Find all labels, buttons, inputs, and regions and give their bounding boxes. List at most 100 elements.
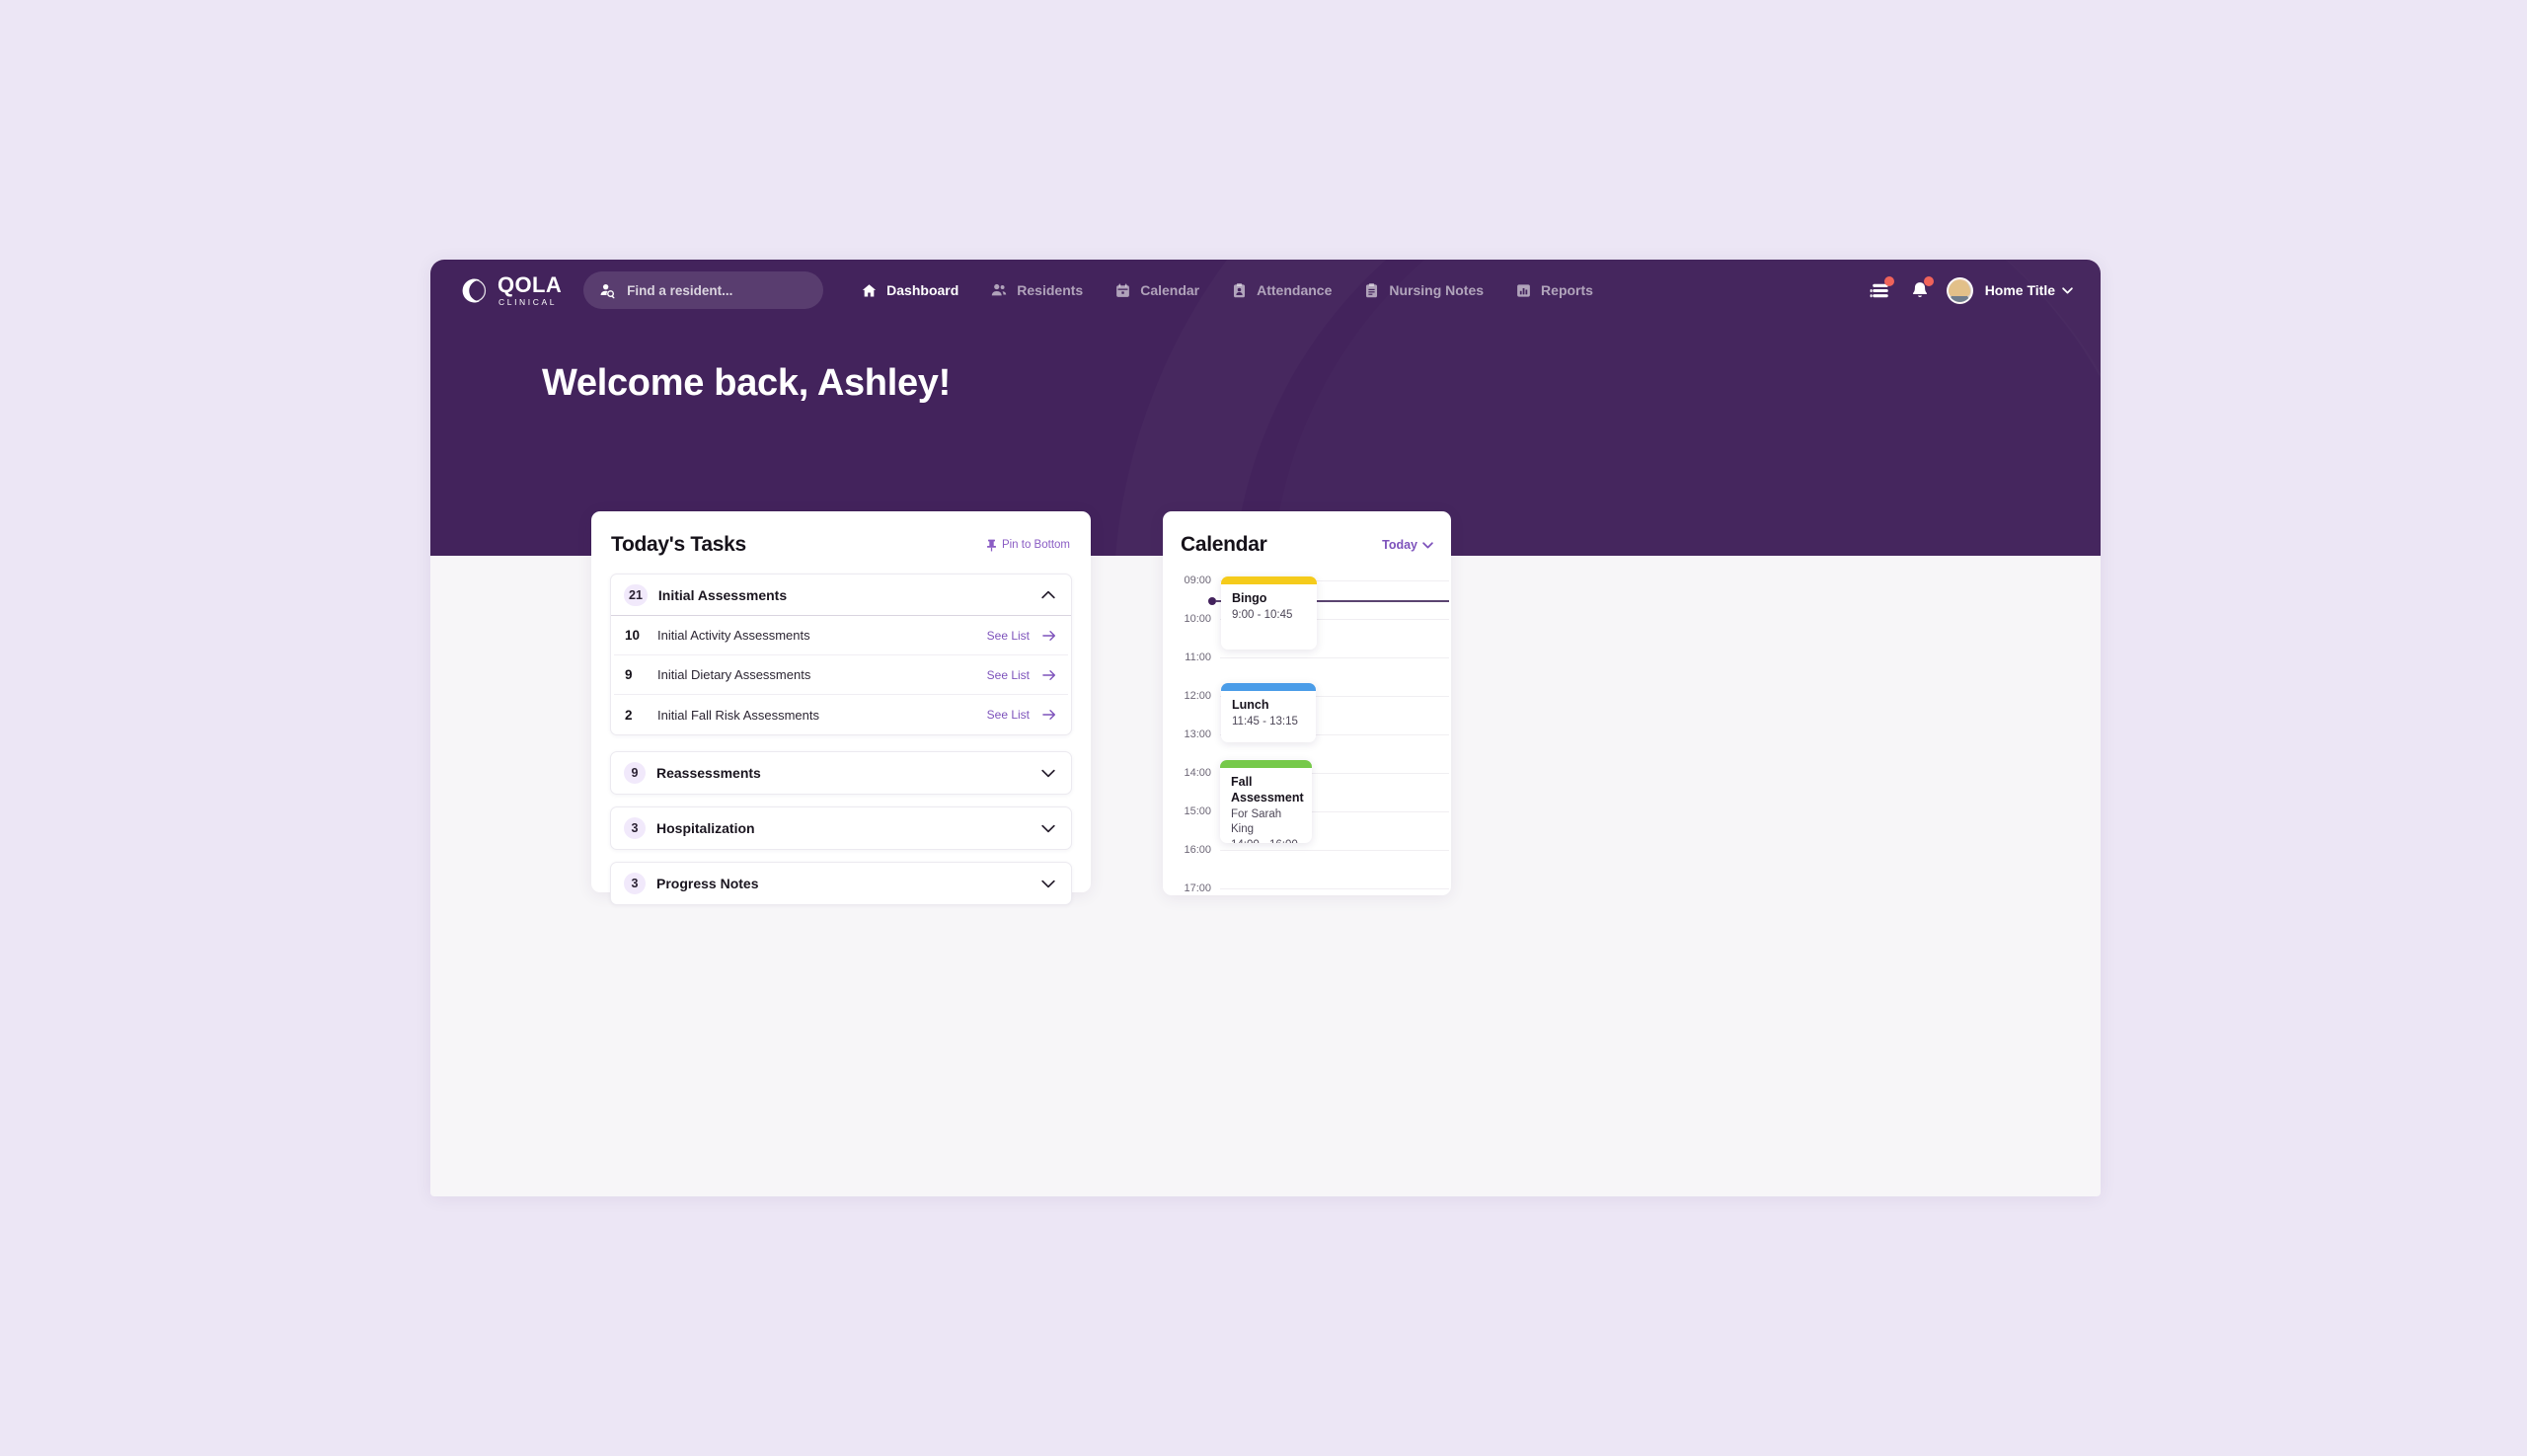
- arrow-right-icon: [1042, 669, 1056, 680]
- calendar-event-bingo[interactable]: Bingo 9:00 - 10:45: [1221, 576, 1317, 650]
- task-section-header[interactable]: 3 Hospitalization: [611, 807, 1071, 849]
- calendar-icon: [1116, 282, 1130, 297]
- calendar-event-fall-assessment[interactable]: Fall Assessment For Sarah King 14:00 - 1…: [1220, 760, 1312, 843]
- tasks-unread-badge: [1883, 276, 1894, 286]
- chevron-down-icon: [2062, 286, 2073, 293]
- task-section-count: 9: [624, 762, 646, 784]
- current-time-dot: [1208, 597, 1216, 605]
- brand-name: QOLA: [498, 271, 563, 297]
- clipboard-notes-icon: [1366, 282, 1378, 297]
- tasks-menu-button[interactable]: [1868, 276, 1894, 303]
- task-row[interactable]: 9 Initial Dietary Assessments See List: [614, 655, 1068, 695]
- nav-item-nursing-notes-label: Nursing Notes: [1389, 282, 1485, 298]
- chevron-up-icon[interactable]: [1041, 590, 1055, 599]
- nav-item-attendance-label: Attendance: [1257, 282, 1333, 298]
- task-row-count: 10: [625, 628, 641, 643]
- arrow-right-icon: [1042, 710, 1056, 720]
- welcome-heading: Welcome back, Ashley!: [542, 362, 951, 404]
- see-list-label: See List: [986, 628, 1030, 643]
- task-section-count: 3: [624, 817, 646, 839]
- see-list-button[interactable]: See List: [987, 629, 1056, 643]
- top-navigation-bar: QOLA CLINICAL Find a resident... Dashboa…: [430, 260, 2101, 321]
- calendar-range-selector[interactable]: Today: [1382, 538, 1433, 552]
- calendar-card-title: Calendar: [1181, 533, 1267, 556]
- event-time: 11:45 - 13:15: [1232, 715, 1298, 728]
- brand-logo[interactable]: QOLA CLINICAL: [460, 271, 563, 307]
- notifications-button[interactable]: [1907, 276, 1934, 303]
- home-title-dropdown[interactable]: Home Title: [1985, 282, 2073, 298]
- search-input[interactable]: Find a resident...: [583, 271, 824, 309]
- hour-label: 11:00: [1185, 651, 1211, 663]
- see-list-button[interactable]: See List: [987, 708, 1056, 722]
- chevron-down-icon[interactable]: [1041, 880, 1055, 888]
- chevron-down-icon[interactable]: [1041, 769, 1055, 778]
- nav-item-reports[interactable]: Reports: [1499, 270, 1609, 310]
- nav-item-calendar[interactable]: Calendar: [1099, 270, 1215, 310]
- event-color-bar: [1221, 683, 1316, 691]
- event-title: Bingo: [1232, 591, 1267, 605]
- event-subtitle: For Sarah King: [1231, 808, 1282, 836]
- task-row[interactable]: 2 Initial Fall Risk Assessments See List: [614, 695, 1068, 734]
- search-placeholder: Find a resident...: [627, 282, 733, 298]
- task-section-header[interactable]: 21 Initial Assessments: [611, 575, 1071, 616]
- nav-item-calendar-label: Calendar: [1140, 282, 1200, 298]
- calendar-card: Calendar Today 09:00 10:00 11:00 12:00 1…: [1163, 511, 1451, 895]
- nav-links: Dashboard Residents Calendar Attendance …: [845, 270, 1609, 310]
- task-section-header[interactable]: 3 Progress Notes: [611, 863, 1071, 904]
- nav-right-cluster: Home Title: [1868, 276, 2073, 304]
- task-section-hospitalization: 3 Hospitalization: [610, 806, 1072, 850]
- task-row-count: 9: [625, 667, 633, 682]
- event-color-bar: [1221, 576, 1317, 584]
- hour-label: 15:00: [1184, 805, 1211, 817]
- task-row[interactable]: 10 Initial Activity Assessments See List: [614, 616, 1068, 655]
- user-avatar[interactable]: [1946, 276, 1973, 304]
- event-time: 14:00 - 16:00: [1231, 838, 1301, 843]
- task-section-reassessments: 9 Reassessments: [610, 751, 1072, 795]
- home-title-label: Home Title: [1984, 282, 2055, 298]
- task-section-body: 10 Initial Activity Assessments See List…: [611, 616, 1071, 734]
- task-section-label: Initial Assessments: [657, 586, 788, 603]
- pin-icon: [986, 539, 996, 551]
- see-list-label: See List: [986, 667, 1030, 682]
- tasks-card-title: Today's Tasks: [611, 533, 746, 556]
- task-row-count: 2: [625, 707, 633, 723]
- see-list-label: See List: [986, 708, 1030, 722]
- nav-item-dashboard-label: Dashboard: [886, 282, 959, 298]
- task-section-count: 21: [624, 583, 648, 606]
- chevron-down-icon: [1422, 541, 1433, 548]
- home-icon: [862, 283, 877, 296]
- nav-item-nursing-notes[interactable]: Nursing Notes: [1347, 270, 1499, 310]
- task-section-count: 3: [624, 873, 646, 894]
- hour-gridline: [1220, 656, 1449, 658]
- qola-ring-logo-icon: [462, 278, 487, 302]
- event-time: 9:00 - 10:45: [1232, 608, 1293, 621]
- bar-chart-icon: [1517, 283, 1530, 297]
- event-color-bar: [1220, 760, 1312, 768]
- calendar-card-header: Calendar Today: [1163, 533, 1451, 557]
- task-section-progress-notes: 3 Progress Notes: [610, 862, 1072, 905]
- nav-item-residents[interactable]: Residents: [974, 270, 1099, 310]
- todays-tasks-card: Today's Tasks Pin to Bottom 21 Initial A…: [591, 511, 1091, 905]
- hour-label: 10:00: [1184, 612, 1211, 625]
- task-row-label: Initial Fall Risk Assessments: [657, 707, 819, 723]
- task-section-label: Hospitalization: [656, 820, 755, 836]
- task-section-initial-assessments: 21 Initial Assessments 10 Initial Activi…: [610, 574, 1072, 735]
- task-row-label: Initial Activity Assessments: [657, 628, 810, 643]
- nav-item-attendance[interactable]: Attendance: [1215, 270, 1347, 310]
- nav-item-reports-label: Reports: [1541, 282, 1593, 298]
- task-section-header[interactable]: 9 Reassessments: [611, 752, 1071, 794]
- users-icon: [992, 283, 1007, 296]
- calendar-event-lunch[interactable]: Lunch 11:45 - 13:15: [1221, 683, 1316, 742]
- arrow-right-icon: [1042, 630, 1056, 641]
- task-section-label: Reassessments: [656, 765, 761, 781]
- nav-item-dashboard[interactable]: Dashboard: [845, 270, 974, 310]
- hour-gridline: [1220, 849, 1449, 851]
- see-list-button[interactable]: See List: [987, 668, 1056, 682]
- pin-to-bottom-button[interactable]: Pin to Bottom: [986, 539, 1070, 552]
- tasks-card-header: Today's Tasks Pin to Bottom: [610, 533, 1072, 557]
- chevron-down-icon[interactable]: [1041, 824, 1055, 833]
- app-window: QOLA CLINICAL Find a resident... Dashboa…: [430, 260, 2101, 1196]
- calendar-range-label: Today: [1382, 538, 1417, 552]
- task-section-label: Progress Notes: [656, 876, 759, 891]
- hour-label: 16:00: [1184, 843, 1211, 856]
